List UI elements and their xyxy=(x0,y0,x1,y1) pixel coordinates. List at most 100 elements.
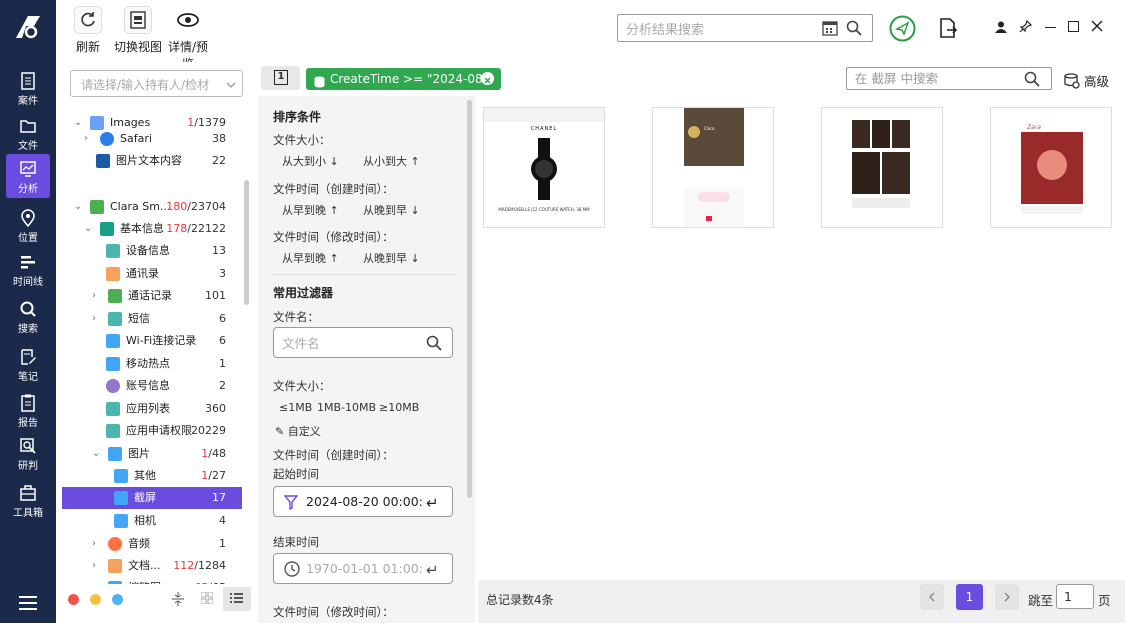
collapse-icon[interactable] xyxy=(172,592,184,609)
sort-size-asc[interactable]: 从小到大 ↑ xyxy=(363,153,420,169)
sort-mtime-desc[interactable]: 从晚到早 ↓ xyxy=(363,250,420,266)
red-dot-icon[interactable] xyxy=(68,594,79,605)
holder-filter-select[interactable]: 请选择/输入持有人/检材 xyxy=(70,70,243,97)
tree-row[interactable]: ⌄ 基本信息 178/22122 xyxy=(62,218,242,240)
tree-row[interactable]: 截屏 17 xyxy=(62,487,242,509)
export-icon[interactable] xyxy=(939,18,958,41)
next-page-button[interactable] xyxy=(995,584,1019,610)
nav-item-case[interactable]: 案件 xyxy=(6,66,50,110)
sort-title: 排序条件 xyxy=(273,110,322,124)
advanced-button[interactable]: 高级 xyxy=(1064,71,1109,92)
sort-ctime-desc[interactable]: 从晚到早 ↓ xyxy=(363,202,420,218)
chevron-right-icon[interactable]: › xyxy=(92,555,96,577)
thumbnail-1[interactable]: CHANEL MADEMOISELLE J12 COUTURE WATCH, 3… xyxy=(483,107,605,228)
prev-page-button[interactable] xyxy=(920,584,944,610)
sort-ctime-desc-label: 从晚到早 xyxy=(363,204,407,217)
end-time-input[interactable]: 1970-01-01 01:00:0 ↵ xyxy=(273,553,453,584)
filesize-opt-mid[interactable]: 1MB-10MB xyxy=(317,401,376,414)
enter-icon[interactable]: ↵ xyxy=(426,494,439,512)
goto-page-input[interactable]: 1 xyxy=(1056,584,1094,609)
filesize-opt-small[interactable]: ≤1MB xyxy=(279,401,312,414)
tree-row[interactable]: 移动热点 1 xyxy=(62,353,242,375)
nav-item-timeline[interactable]: 时间线 xyxy=(6,247,50,291)
tree-row[interactable]: 通讯录 3 xyxy=(62,263,242,285)
start-time-input[interactable]: 2024-08-20 00:00:0 ↵ xyxy=(273,486,453,517)
chevron-down-icon[interactable]: ⌄ xyxy=(84,218,92,240)
page-badge-button[interactable]: 1 xyxy=(261,66,300,90)
chevron-right-icon[interactable]: › xyxy=(84,128,88,150)
thumbnail-2[interactable]: Clara xyxy=(652,107,774,228)
filter-tag[interactable]: CreateTime >= "2024-08... xyxy=(306,68,501,90)
sort-ctime-asc[interactable]: 从早到晚 ↑ xyxy=(282,202,339,218)
sort-size-desc[interactable]: 从大到小 ↓ xyxy=(282,153,339,169)
tree-row[interactable]: 相机 4 xyxy=(62,510,242,532)
refresh-button[interactable]: 刷新 xyxy=(74,6,102,55)
nav-item-location[interactable]: 位置 xyxy=(6,203,50,247)
tree-row[interactable]: › 缩略图 65/65 xyxy=(62,577,242,584)
tree-row[interactable]: › Safari 38 xyxy=(62,128,242,150)
tree-row[interactable]: ⌄ 图片 1/48 xyxy=(62,443,242,465)
nav-item-judge[interactable]: 研判 xyxy=(6,431,50,475)
holder-filter-placeholder: 请选择/输入持有人/检材 xyxy=(81,78,210,92)
yellow-dot-icon[interactable] xyxy=(90,594,101,605)
list-view-button[interactable] xyxy=(223,587,251,611)
custom-size-button[interactable]: ✎ 自定义 xyxy=(275,423,321,439)
user-icon[interactable] xyxy=(995,21,1007,36)
maximize-icon[interactable] xyxy=(1068,21,1079,32)
grid-view-icon[interactable] xyxy=(200,591,214,607)
chevron-right-icon[interactable]: › xyxy=(92,533,96,555)
calendar-icon[interactable] xyxy=(822,20,838,40)
pin-icon[interactable] xyxy=(1019,19,1033,36)
tree-row[interactable]: 设备信息 13 xyxy=(62,240,242,262)
menu-icon[interactable] xyxy=(19,596,37,613)
thumbnail-3[interactable] xyxy=(821,107,943,228)
nav-item-report[interactable]: 报告 xyxy=(6,388,50,432)
minimize-icon[interactable] xyxy=(1045,27,1056,28)
tree-row[interactable]: 应用列表 360 xyxy=(62,398,242,420)
chevron-down-icon[interactable]: ⌄ xyxy=(92,443,100,465)
tree-row[interactable]: 其他 1/27 xyxy=(62,465,242,487)
tree-row[interactable]: Wi-Fi连接记录 6 xyxy=(62,330,242,352)
tree-row[interactable]: 图片文本内容 22 xyxy=(62,150,242,172)
tree-row[interactable]: › 通话记录 101 xyxy=(62,285,242,307)
chevron-down-icon[interactable]: ⌄ xyxy=(74,196,82,218)
chevron-right-icon[interactable]: › xyxy=(92,577,96,584)
chevron-right-icon[interactable]: › xyxy=(92,308,96,330)
switch-view-button[interactable]: 切换视图 xyxy=(114,6,162,55)
chevron-down-icon[interactable] xyxy=(226,78,236,92)
tree-row-count-highlight: 178 xyxy=(166,222,188,235)
tree-row[interactable]: 应用申请权限 20229 xyxy=(62,420,242,442)
clock-icon xyxy=(284,561,300,580)
grid-search-input[interactable]: 在 截屏 中搜索 xyxy=(846,67,1052,90)
nav-item-note[interactable]: 笔记 xyxy=(6,342,50,386)
nav-item-search[interactable]: 搜索 xyxy=(6,294,50,338)
filename-search-icon[interactable] xyxy=(426,335,442,354)
search-icon[interactable] xyxy=(846,20,862,40)
tree-row[interactable]: › 音频 1 xyxy=(62,533,242,555)
tree-row[interactable]: 账号信息 2 xyxy=(62,375,242,397)
nav-item-folder[interactable]: 文件 xyxy=(6,111,50,155)
blue-dot-icon[interactable] xyxy=(112,594,123,605)
thumbnail-4[interactable]: Zara xyxy=(990,107,1112,228)
tree-row[interactable]: ⌄ Clara Sm... 180/23704 xyxy=(62,196,242,218)
sort-mtime-asc[interactable]: 从早到晚 ↑ xyxy=(282,250,339,266)
filter-panel-scrollbar[interactable] xyxy=(467,100,472,498)
filename-input[interactable]: 文件名 xyxy=(273,327,453,358)
grid-search-icon[interactable] xyxy=(1024,71,1040,93)
tree-row-count-total: 22 xyxy=(212,154,226,167)
enter-icon[interactable]: ↵ xyxy=(426,561,439,579)
nav-item-toolbox[interactable]: 工具箱 xyxy=(6,478,50,522)
tree-scrollbar[interactable] xyxy=(244,180,249,305)
filesize-opt-large[interactable]: ≥10MB xyxy=(379,401,419,414)
close-icon[interactable] xyxy=(1091,20,1103,35)
nav-item-analysis[interactable]: 分析 xyxy=(6,154,50,198)
current-page-button[interactable]: 1 xyxy=(956,584,983,610)
result-search-input[interactable]: 分析结果搜索 xyxy=(617,14,873,42)
tree-row[interactable]: › 短信 6 xyxy=(62,308,242,330)
chevron-right-icon[interactable]: › xyxy=(92,285,96,307)
tree-row-count: 4 xyxy=(219,510,226,532)
tree-row[interactable]: › 文档... 112/1284 xyxy=(62,555,242,577)
nav-label: 分析 xyxy=(18,184,38,195)
send-icon[interactable] xyxy=(889,15,916,45)
remove-filter-icon[interactable] xyxy=(481,72,494,85)
